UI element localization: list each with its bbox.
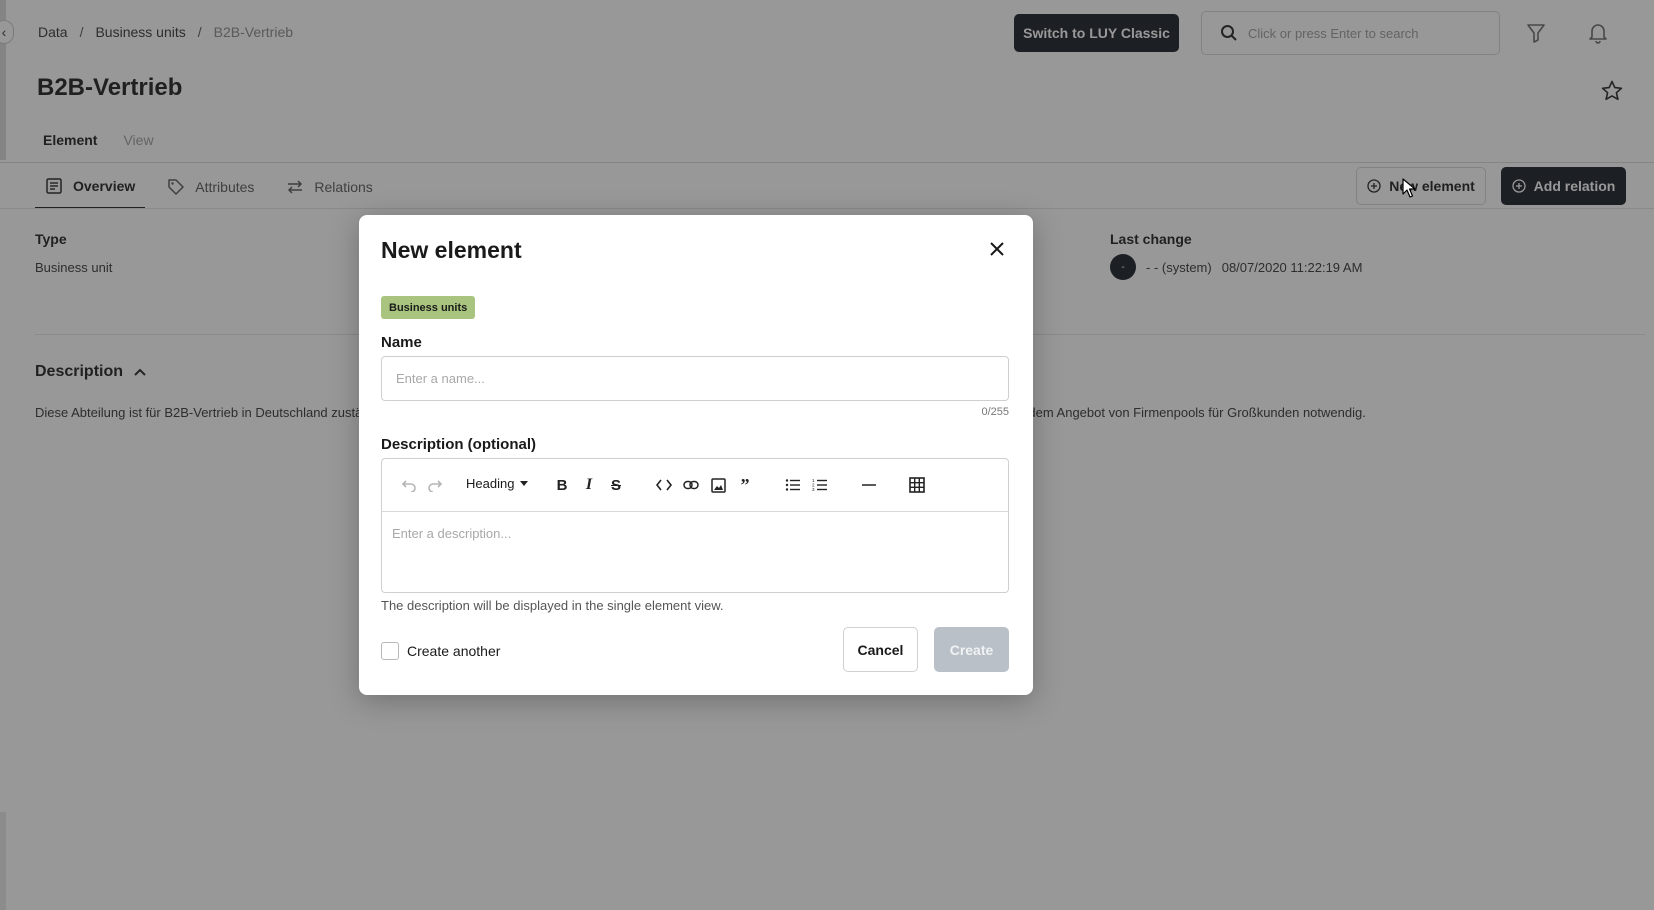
mouse-cursor-icon xyxy=(1402,178,1416,198)
code-icon[interactable] xyxy=(653,474,675,496)
bullet-list-icon[interactable] xyxy=(782,474,804,496)
name-label: Name xyxy=(381,334,422,351)
helper-text: The description will be displayed in the… xyxy=(381,598,724,613)
svg-text:3: 3 xyxy=(812,487,815,492)
create-another-label[interactable]: Create another xyxy=(407,643,500,659)
create-button[interactable]: Create xyxy=(934,627,1009,672)
strikethrough-icon[interactable]: S xyxy=(605,474,627,496)
horizontal-rule-icon[interactable] xyxy=(858,474,880,496)
type-badge: Business units xyxy=(381,296,476,319)
heading-select[interactable]: Heading xyxy=(466,476,529,491)
numbered-list-icon[interactable]: 123 xyxy=(809,474,831,496)
heading-select-label: Heading xyxy=(466,476,515,491)
caret-down-icon xyxy=(520,481,529,486)
close-button[interactable] xyxy=(985,237,1009,261)
bold-icon[interactable]: B xyxy=(551,474,573,496)
image-icon[interactable] xyxy=(707,474,729,496)
create-another-checkbox[interactable] xyxy=(381,642,399,660)
name-input[interactable] xyxy=(381,356,1009,401)
cancel-button[interactable]: Cancel xyxy=(843,627,918,672)
undo-icon[interactable] xyxy=(398,474,420,496)
editor-toolbar: Heading B I S ” 123 xyxy=(382,459,1008,512)
close-icon xyxy=(990,242,1004,256)
redo-icon[interactable] xyxy=(424,474,446,496)
link-icon[interactable] xyxy=(680,474,702,496)
character-counter: 0/255 xyxy=(981,406,1009,418)
blockquote-icon[interactable]: ” xyxy=(734,474,756,496)
description-label: Description (optional) xyxy=(381,436,536,453)
italic-icon[interactable]: I xyxy=(578,474,600,496)
description-editor-content[interactable]: Enter a description... xyxy=(392,526,511,541)
table-icon[interactable] xyxy=(906,474,928,496)
description-editor: Heading B I S ” 123 Enter a description.… xyxy=(381,458,1009,593)
new-element-dialog: New element Business units Name 0/255 De… xyxy=(359,215,1033,695)
dialog-title: New element xyxy=(381,237,522,263)
